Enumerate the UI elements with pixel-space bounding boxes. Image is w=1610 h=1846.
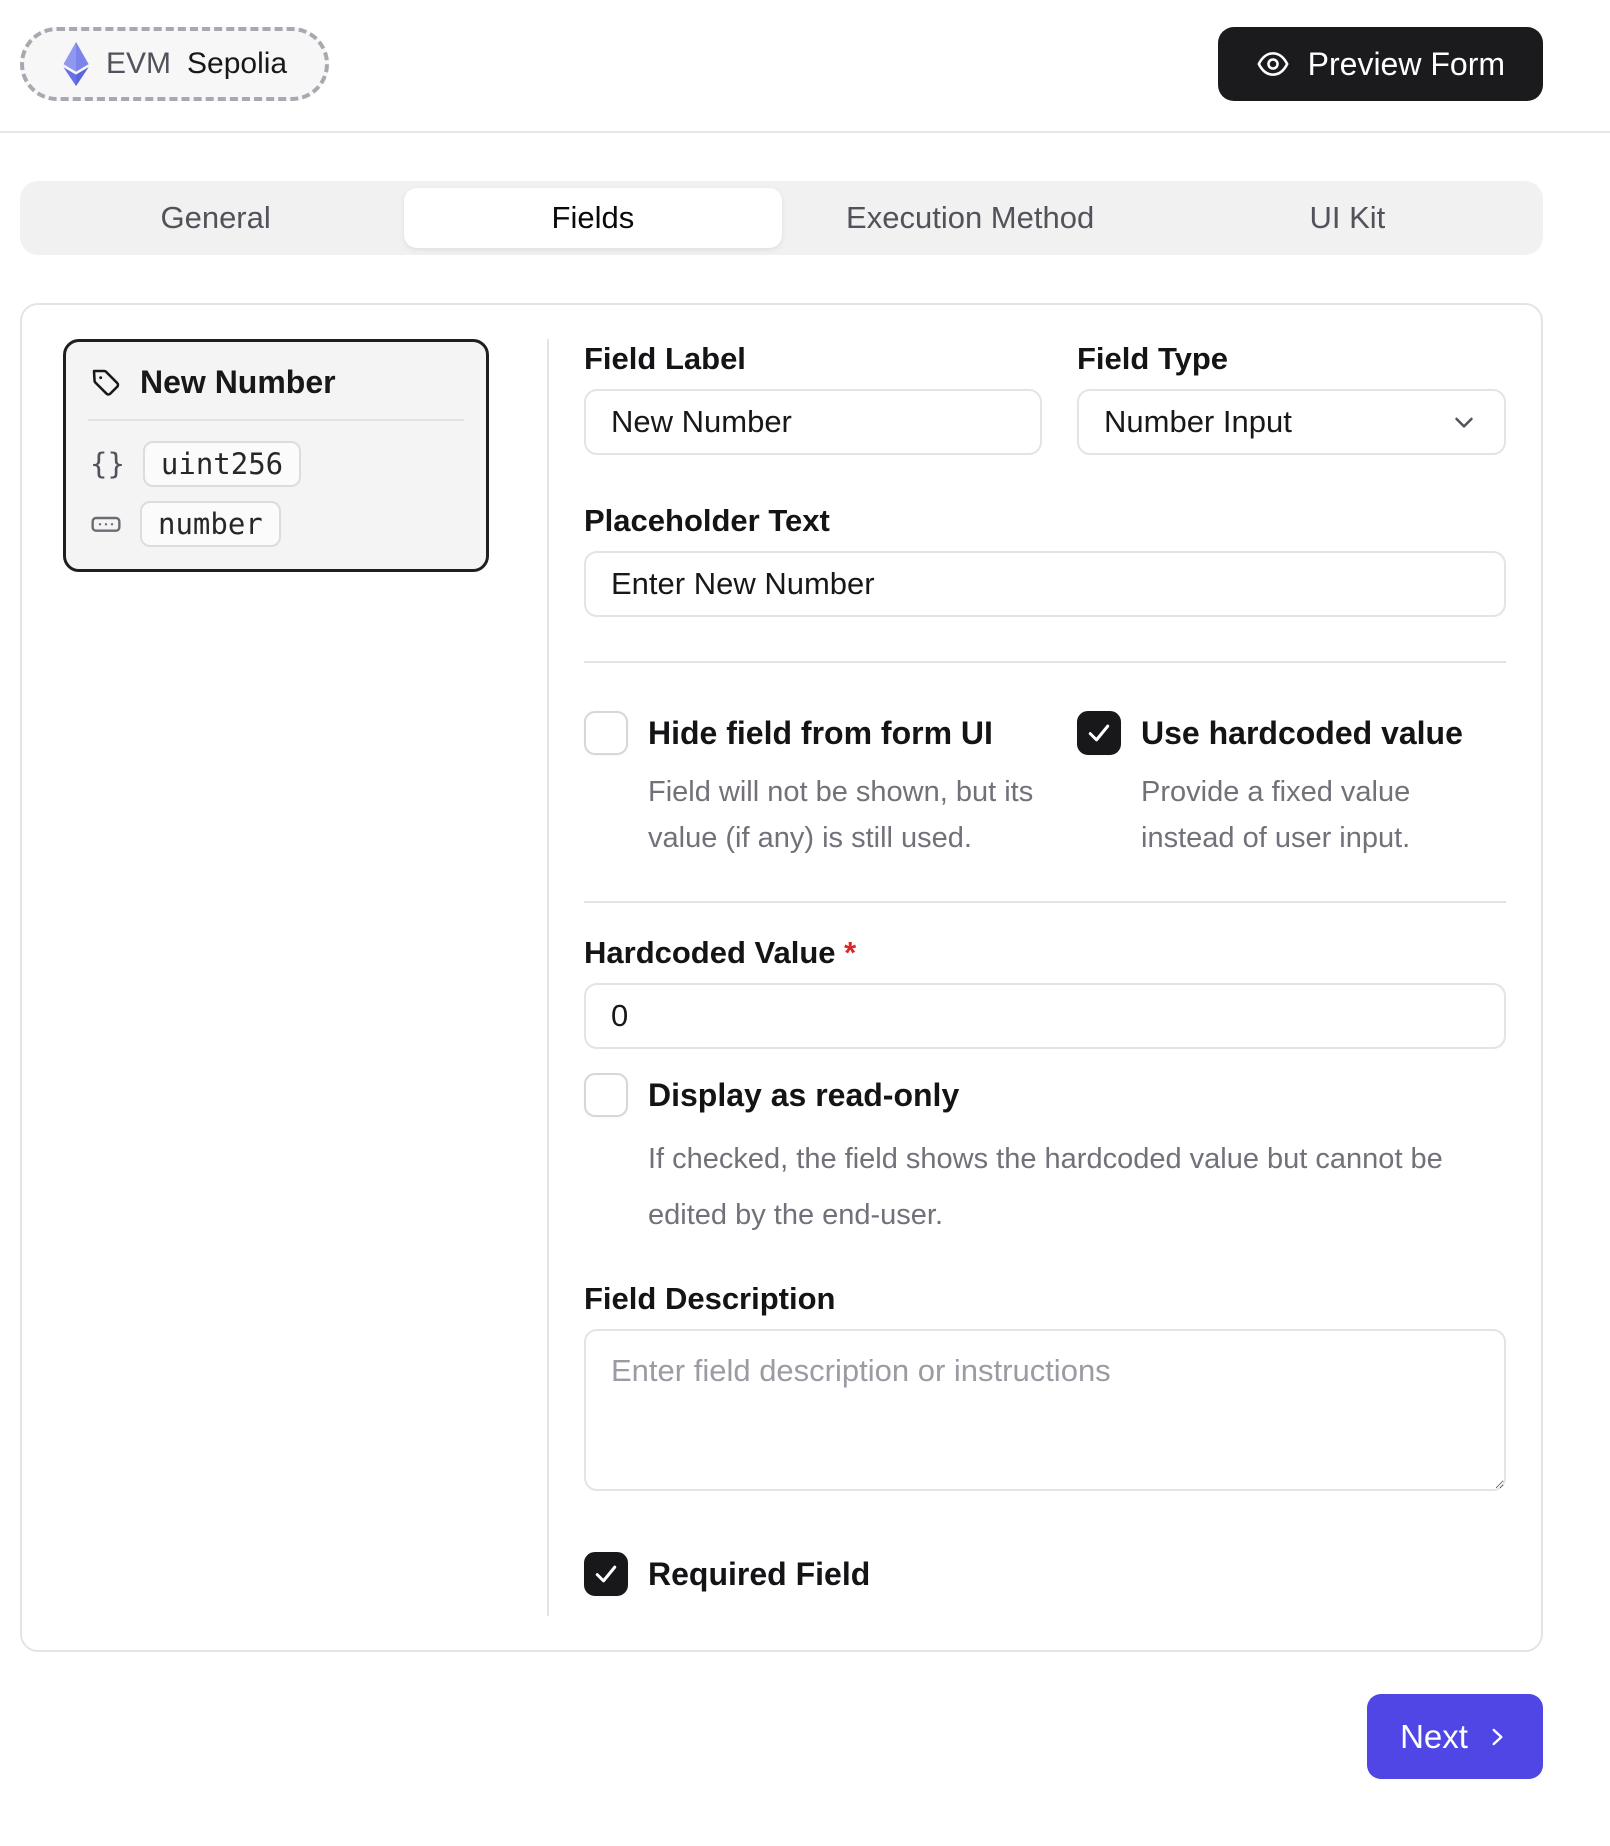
use-hardcoded-label[interactable]: Use hardcoded value (1141, 715, 1463, 752)
network-name: Sepolia (187, 47, 287, 81)
field-label-input[interactable] (584, 389, 1042, 455)
card-divider (88, 419, 464, 421)
ui-kind-badge: number (140, 501, 281, 547)
top-bar: EVM Sepolia Preview Form (20, 28, 1543, 100)
required-field-label[interactable]: Required Field (648, 1556, 870, 1593)
solidity-type-badge: uint256 (143, 441, 301, 487)
tab-general[interactable]: General (27, 188, 404, 248)
field-label-label: Field Label (584, 339, 1042, 379)
field-settings-column: Field Label Field Type Number Input Plac… (549, 339, 1541, 1650)
display-readonly-label[interactable]: Display as read-only (648, 1077, 959, 1114)
field-type-label: Field Type (1077, 339, 1506, 379)
field-description-label: Field Description (584, 1279, 1506, 1319)
use-hardcoded-checkbox[interactable] (1077, 711, 1121, 755)
field-card-title: New Number (140, 364, 336, 401)
field-type-select[interactable]: Number Input (1077, 389, 1506, 455)
chevron-down-icon (1449, 407, 1479, 437)
hide-field-checkbox[interactable] (584, 711, 628, 755)
hardcoded-value-label: Hardcoded Value * (584, 933, 1506, 973)
use-hardcoded-description: Provide a fixed value instead of user in… (1077, 769, 1506, 861)
field-card-new-number[interactable]: New Number {} uint256 number (63, 339, 489, 572)
eye-icon (1256, 47, 1290, 81)
field-description-textarea[interactable] (584, 1329, 1506, 1491)
tag-icon (90, 367, 122, 399)
tab-ui-kit[interactable]: UI Kit (1159, 188, 1536, 248)
section-divider-2 (584, 901, 1506, 903)
tab-bar: General Fields Execution Method UI Kit (20, 181, 1543, 255)
field-list-column: New Number {} uint256 number (22, 339, 519, 1650)
display-readonly-checkbox[interactable] (584, 1073, 628, 1117)
next-button-label: Next (1400, 1718, 1468, 1756)
braces-icon: {} (90, 447, 125, 481)
hardcoded-value-input[interactable] (584, 983, 1506, 1049)
tab-fields[interactable]: Fields (404, 188, 781, 248)
placeholder-text-input[interactable] (584, 551, 1506, 617)
field-type-value: Number Input (1104, 404, 1292, 440)
hide-field-label[interactable]: Hide field from form UI (648, 715, 993, 752)
header-divider (0, 131, 1610, 133)
required-field-checkbox[interactable] (584, 1552, 628, 1596)
hide-field-description: Field will not be shown, but its value (… (584, 769, 1042, 861)
display-readonly-description: If checked, the field shows the hardcode… (584, 1131, 1506, 1243)
section-divider (584, 661, 1506, 663)
placeholder-text-label: Placeholder Text (584, 501, 1506, 541)
input-field-icon (90, 508, 122, 540)
fields-panel: New Number {} uint256 number (20, 303, 1543, 1652)
next-button[interactable]: Next (1367, 1694, 1543, 1779)
network-badge[interactable]: EVM Sepolia (20, 27, 329, 101)
footer-row: Next (20, 1694, 1543, 1779)
preview-form-button[interactable]: Preview Form (1218, 27, 1543, 101)
preview-form-label: Preview Form (1308, 46, 1505, 83)
ethereum-icon (62, 42, 90, 86)
chain-label: EVM (106, 47, 171, 81)
chevron-right-icon (1484, 1724, 1510, 1750)
tab-execution-method[interactable]: Execution Method (782, 188, 1159, 248)
required-asterisk: * (844, 935, 856, 970)
